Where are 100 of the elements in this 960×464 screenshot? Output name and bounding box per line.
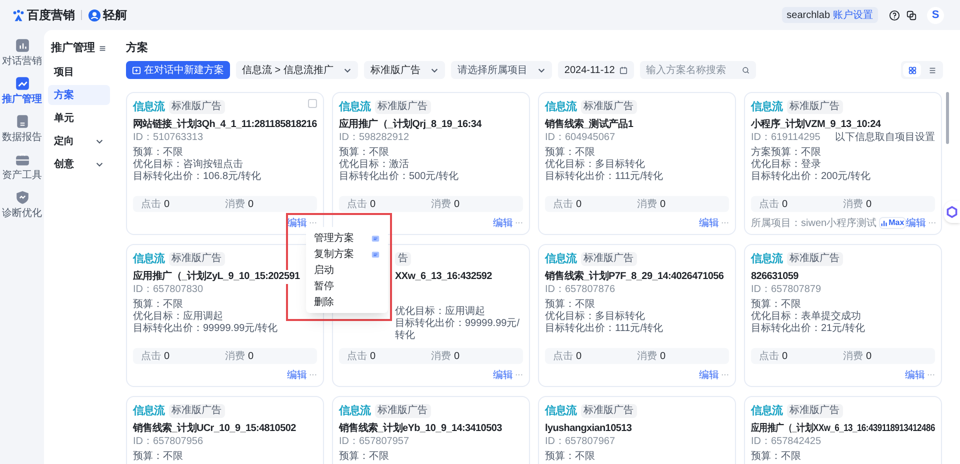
plan-detail: 预算：不限 [133,299,184,310]
plan-id: ID：657807956 [133,436,204,448]
plan-id: ID：619114295 [751,132,820,144]
plan-title: 网站链接_计划3Qh_4_1_11:281185818216 [133,118,317,132]
scrollbar-thumb[interactable] [946,92,949,144]
edit-link[interactable]: 编辑 [905,368,925,382]
channel-label: 信息流 [133,404,164,419]
plan-detail: 优化目标：多目标转化 [545,159,646,170]
assistant-button[interactable] [944,201,960,223]
more-button[interactable]: ··· [515,370,523,380]
plan-detail: 优化目标：登录 [751,159,822,170]
stat-label: 点击 [759,198,779,212]
stat-label: 消费 [637,350,657,364]
nav-item[interactable]: 创意 [48,154,110,174]
edit-link[interactable]: 编辑 [906,216,926,230]
more-button[interactable]: ··· [721,218,729,228]
nav-rail-item[interactable]: 对话营销 [0,38,44,67]
windows-icon[interactable] [906,10,917,20]
plan-detail: 预算：不限 [545,451,596,463]
user-avatar[interactable]: S [927,6,944,24]
menu-item[interactable]: 启动 [306,262,388,278]
nav-rail-item[interactable]: 推广管理 [0,76,44,105]
more-button[interactable]: ··· [928,218,936,228]
plan-detail: 预算：不限 [751,299,802,310]
grid-view-button[interactable] [903,63,921,77]
plan-id: ID：510763313 [133,132,204,144]
filter-dropdown[interactable]: 信息流 > 信息流推广 [236,61,358,79]
nav-item[interactable]: 定向 [48,131,110,151]
nav-rail-item[interactable]: 资产工具 [0,152,44,181]
stat-label: 点击 [759,350,779,364]
plan-detail: 优化目标：咨询按钮点击 [133,159,244,170]
section-title: 推广管理 [51,40,95,56]
nav-item[interactable]: 项目 [48,62,110,82]
brand-logo-icon [12,8,25,22]
plan-detail: 目标转化出价：99999.99元/转化 [133,323,278,335]
nav-rail-item[interactable]: 数据报告 [0,114,44,143]
more-button[interactable]: ··· [927,370,935,380]
stat-value: 0 [164,198,170,212]
window-icon [371,250,380,258]
stat-value: 0 [576,198,582,212]
more-button[interactable]: ··· [721,370,729,380]
stat-value: 0 [454,198,460,212]
plan-id: ID：657842425 [751,436,822,448]
plan-id: ID：598282912 [339,132,410,144]
settings-note: 以下信息取自项目设置 [835,132,935,144]
stat-value: 0 [866,198,872,212]
edit-link[interactable]: 编辑 [493,368,513,382]
plus-icon [132,66,141,74]
grid-icon [908,66,916,74]
plan-title: lyushangxian10513 [545,422,632,436]
ad-type-tag: 告 [395,252,411,266]
plan-detail: 优化目标：表单提交成功 [751,311,862,322]
stat-value: 0 [248,198,254,212]
filter-dropdown[interactable]: 请选择所属项目 [451,61,552,79]
channel-label: 信息流 [133,100,164,115]
edit-link[interactable]: 编辑 [287,368,307,382]
max-badge: Max [878,217,906,229]
plan-detail: 优化目标：多目标转化 [545,311,646,322]
more-button[interactable]: ··· [309,218,317,228]
plan-id: ID：657807957 [339,436,410,448]
search-icon[interactable] [742,66,750,74]
more-button[interactable]: ··· [309,370,317,380]
nav-item[interactable]: 单元 [48,108,110,128]
stat-value: 0 [370,198,376,212]
nav-rail-item[interactable]: 诊断优化 [0,190,44,219]
plan-detail: 目标转化出价：111元/转化 [545,323,664,335]
channel-label: 信息流 [545,100,576,115]
menu-item[interactable]: 删除 [306,294,388,310]
ad-type-tag: 标准版广告 [786,100,842,114]
stat-value: 0 [164,350,170,364]
menu-item[interactable]: 复制方案 [306,246,388,262]
plan-detail: 目标转化出价：106.8元/转化 [133,171,262,183]
menu-icon[interactable] [98,44,107,52]
brand-name: 百度营销 [27,7,75,24]
menu-item[interactable]: 管理方案 [306,230,388,246]
hexagon-icon [946,206,958,218]
account-settings-link[interactable]: 账户设置 [833,8,873,22]
stat-label: 点击 [553,198,573,212]
menu-item[interactable]: 暂停 [306,278,388,294]
filter-dropdown[interactable]: 标准版广告 [364,61,446,79]
date-picker[interactable]: 2024-11-12 [558,61,634,79]
channel-label: 信息流 [751,404,782,419]
stat-value: 0 [782,350,788,364]
create-plan-button[interactable]: 在对话中新建方案 [126,61,230,79]
plan-detail: 预算：不限 [133,147,184,158]
stat-label: 点击 [347,198,367,212]
channel-label: 信息流 [133,252,164,267]
nav-item[interactable]: 方案 [48,85,110,105]
project-label: 所属项目：siwen小程序测试 [751,216,877,230]
edit-link[interactable]: 编辑 [699,216,719,230]
edit-link[interactable]: 编辑 [699,368,719,382]
ad-type-tag: 标准版广告 [580,404,636,418]
channel-label: 信息流 [751,252,782,267]
help-icon[interactable] [889,10,900,20]
stat-label: 消费 [431,350,451,364]
plan-detail: 目标转化出价：99999.99元/转化 [395,318,520,342]
card-checkbox[interactable] [308,99,317,108]
search-field[interactable]: 输入方案名称搜索 [640,61,756,79]
more-button[interactable]: ··· [515,218,523,228]
edit-link[interactable]: 编辑 [493,216,513,230]
